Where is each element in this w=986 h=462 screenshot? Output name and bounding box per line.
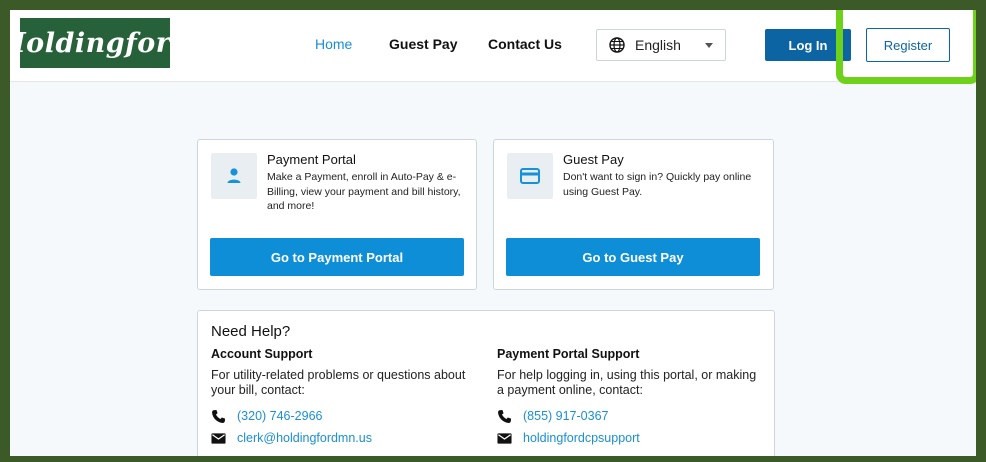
chevron-down-icon — [705, 43, 713, 48]
register-button[interactable]: Register — [866, 28, 950, 62]
nav-guest-pay[interactable]: Guest Pay — [389, 36, 457, 52]
phone-icon — [212, 409, 226, 423]
portal-phone: (855) 917-0367 — [523, 409, 609, 423]
portal-support-text: For help logging in, using this portal, … — [497, 368, 757, 397]
phone-icon — [498, 409, 512, 423]
account-phone-link[interactable]: (320) 746-2966 — [211, 405, 471, 427]
logo-text: Holdingford — [0, 27, 190, 59]
guest-pay-title: Guest Pay — [563, 152, 624, 167]
account-email: clerk@holdingfordmn.us — [237, 431, 372, 445]
need-help-card: Need Help? Account Support For utility-r… — [197, 310, 775, 456]
payment-portal-description: Make a Payment, enroll in Auto-Pay & e-B… — [267, 171, 461, 212]
portal-email-link[interactable]: holdingfordcpsupport — [497, 427, 757, 449]
account-support-text: For utility-related problems or question… — [211, 368, 466, 397]
site-header: Holdingford Home Guest Pay Contact Us En… — [10, 10, 976, 82]
email-icon — [497, 432, 512, 444]
payment-portal-title: Payment Portal — [267, 152, 356, 167]
account-email-link[interactable]: clerk@holdingfordmn.us — [211, 427, 471, 449]
portal-phone-link[interactable]: (855) 917-0367 — [497, 405, 757, 427]
email-icon — [211, 432, 226, 444]
need-help-title: Need Help? — [211, 323, 291, 340]
portal-email: holdingfordcpsupport — [523, 431, 640, 445]
guest-pay-card: Guest Pay Don't want to sign in? Quickly… — [493, 139, 774, 290]
browser-frame: Holdingford Home Guest Pay Contact Us En… — [0, 0, 986, 462]
holdingford-logo[interactable]: Holdingford — [10, 18, 189, 68]
go-to-payment-portal-button[interactable]: Go to Payment Portal — [210, 238, 464, 276]
credit-card-icon — [507, 153, 553, 199]
payment-portal-card: Payment Portal Make a Payment, enroll in… — [197, 139, 477, 290]
account-support-heading: Account Support — [211, 347, 313, 361]
nav-home[interactable]: Home — [315, 36, 352, 52]
portal-support-section: Payment Portal Support For help logging … — [497, 347, 757, 449]
account-phone: (320) 746-2966 — [237, 409, 323, 423]
portal-support-heading: Payment Portal Support — [497, 347, 640, 361]
nav-contact-us[interactable]: Contact Us — [488, 36, 562, 52]
account-support-section: Account Support For utility-related prob… — [211, 347, 471, 449]
go-to-guest-pay-button[interactable]: Go to Guest Pay — [506, 238, 760, 276]
person-icon — [211, 153, 257, 199]
login-button[interactable]: Log In — [765, 29, 851, 61]
language-select[interactable]: English — [596, 29, 726, 61]
guest-pay-description: Don't want to sign in? Quickly pay onlin… — [563, 171, 752, 198]
globe-icon — [609, 37, 625, 53]
language-label: English — [635, 37, 681, 53]
